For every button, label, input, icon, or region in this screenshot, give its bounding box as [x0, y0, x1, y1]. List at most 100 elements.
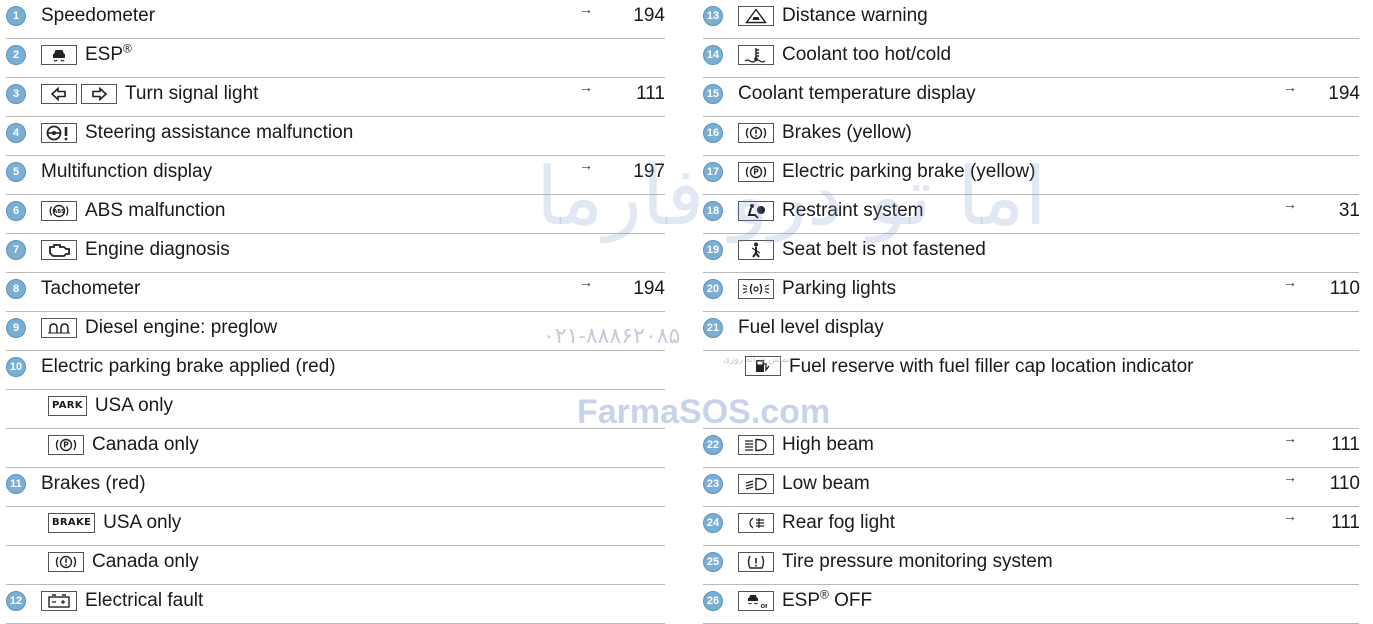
indicator-text: PARK — [52, 400, 83, 411]
row-content: 9 Diesel engine: preglow — [6, 317, 665, 339]
indicator-row: 6 ABS ABS malfunction — [6, 195, 665, 234]
parking-lights-icon — [738, 279, 774, 299]
label-text: Canada only — [92, 434, 199, 455]
indicator-label: Electric parking brake applied (red) — [41, 356, 336, 378]
indicator-row: BRAKE USA only — [6, 507, 665, 546]
page-reference-arrow: → — [1283, 79, 1297, 95]
indicator-row: 8 Tachometer → 194 — [6, 273, 665, 312]
indicator-row: 24 Rear fog light → 111 — [703, 507, 1360, 546]
row-content: 4 Steering assistance malfunction — [6, 122, 665, 144]
label-text: Steering assistance malfunction — [85, 122, 354, 143]
fuel-icon — [745, 356, 781, 376]
indicator-label: Fuel level display — [738, 317, 884, 339]
indicator-row: 25 Tire pressure monitoring system — [703, 546, 1359, 585]
preglow-icon — [41, 318, 77, 338]
label-text: ESP — [85, 44, 124, 65]
label-text: Electrical fault — [85, 590, 204, 611]
row-content: 18 Restraint system — [703, 200, 1359, 222]
parking-p-icon: P — [48, 435, 84, 455]
page-number-link[interactable]: 111 — [1300, 434, 1360, 456]
indicator-label: Parking lights — [782, 278, 896, 300]
indicator-label: ABS malfunction — [85, 200, 225, 222]
indicator-row: 15 Coolant temperature display → 194 — [703, 78, 1360, 117]
distance-warning-icon — [738, 6, 774, 26]
page-reference-arrow: → — [1283, 196, 1297, 212]
airbag-icon — [738, 201, 774, 221]
indicator-row: P Canada only — [6, 429, 665, 468]
indicator-row: 5 Multifunction display → 197 — [6, 156, 665, 195]
row-content: Canada only — [6, 551, 665, 573]
indicator-label: Steering assistance malfunction — [85, 122, 353, 144]
label-text: Brakes (red) — [41, 473, 146, 494]
row-content: P Canada only — [6, 434, 665, 456]
indicator-label: Multifunction display — [41, 161, 212, 183]
item-number-badge: 3 — [6, 84, 26, 104]
row-content: 5 Multifunction display — [6, 161, 665, 183]
svg-text:OFF: OFF — [761, 604, 768, 609]
page-number-link[interactable]: 194 — [605, 5, 665, 27]
brake-warning-icon — [48, 552, 84, 572]
row-content: 7 Engine diagnosis — [6, 239, 665, 261]
page-number-link[interactable]: 197 — [605, 161, 665, 183]
indicator-row: PARK USA only — [6, 390, 665, 429]
indicator-row: 13 Distance warning — [703, 0, 1359, 39]
row-content: BRAKE USA only — [6, 512, 665, 534]
indicator-label: Canada only — [92, 434, 199, 456]
turn-right-icon — [81, 84, 117, 104]
item-number-badge: 2 — [6, 45, 26, 65]
indicator-label: ESP® — [85, 43, 132, 66]
registered-mark: ® — [820, 587, 829, 602]
turn-left-icon — [41, 84, 77, 104]
row-content: 24 Rear fog light — [703, 512, 1359, 534]
page-number-link[interactable]: 111 — [1300, 512, 1360, 534]
indicator-label: USA only — [103, 512, 181, 534]
svg-text:ABS: ABS — [53, 209, 65, 215]
item-number-badge: 9 — [6, 318, 26, 338]
page-number-link[interactable]: 31 — [1300, 200, 1360, 222]
indicator-row: 19 Seat belt is not fastened — [703, 234, 1359, 273]
label-text: Coolant temperature display — [738, 83, 976, 104]
item-number-badge: 17 — [703, 162, 723, 182]
seatbelt-icon — [738, 240, 774, 260]
item-number-badge: 6 — [6, 201, 26, 221]
page-number-link[interactable]: 110 — [1300, 278, 1360, 300]
esp-icon — [41, 45, 77, 65]
label-text: Electric parking brake applied (red) — [41, 356, 336, 377]
row-content: 26OFFESP® OFF — [703, 587, 1359, 612]
label-text: Low beam — [782, 473, 870, 494]
indicator-label: Rear fog light — [782, 512, 895, 534]
indicator-row: 21 Fuel level display — [703, 312, 1359, 351]
item-number-badge: 7 — [6, 240, 26, 260]
item-number-badge: 20 — [703, 279, 723, 299]
row-content: 21 Fuel level display — [703, 317, 1359, 339]
row-content: PARK USA only — [6, 395, 665, 417]
item-number-badge: 26 — [703, 591, 723, 611]
indicator-label: Coolant too hot/cold — [782, 44, 951, 66]
page-number-link[interactable]: 194 — [1300, 83, 1360, 105]
row-content: 6 ABS ABS malfunction — [6, 200, 665, 222]
parking-p-icon: P — [738, 162, 774, 182]
page-number-link[interactable]: 194 — [605, 278, 665, 300]
indicator-label: USA only — [95, 395, 173, 417]
page-number-link[interactable]: 110 — [1300, 473, 1360, 495]
high-beam-icon — [738, 435, 774, 455]
label-suffix: OFF — [828, 590, 873, 611]
item-number-badge: 19 — [703, 240, 723, 260]
page-reference-arrow: → — [579, 157, 593, 173]
page-number-link[interactable]: 111 — [605, 83, 665, 105]
indicator-row: 3 Turn signal light → 111 — [6, 78, 665, 117]
row-content: 13 Distance warning — [703, 5, 1359, 27]
indicator-row: 22 High beam → 111 — [703, 429, 1360, 468]
esp-off-icon: OFF — [738, 591, 774, 611]
row-content: 11 Brakes (red) — [6, 473, 665, 495]
row-content: 19 Seat belt is not fastened — [703, 239, 1359, 261]
label-text: Electric parking brake (yellow) — [782, 161, 1036, 182]
indicator-row: 10 Electric parking brake applied (red) — [6, 351, 665, 390]
indicator-label: ESP® OFF — [782, 587, 873, 612]
label-text: Speedometer — [41, 5, 156, 26]
indicator-row: 23 Low beam → 110 — [703, 468, 1360, 507]
low-beam-icon — [738, 474, 774, 494]
item-number-badge: 11 — [6, 474, 26, 494]
park-text-icon: PARK — [48, 396, 87, 416]
indicator-row: 20 Parking lights → 110 — [703, 273, 1360, 312]
